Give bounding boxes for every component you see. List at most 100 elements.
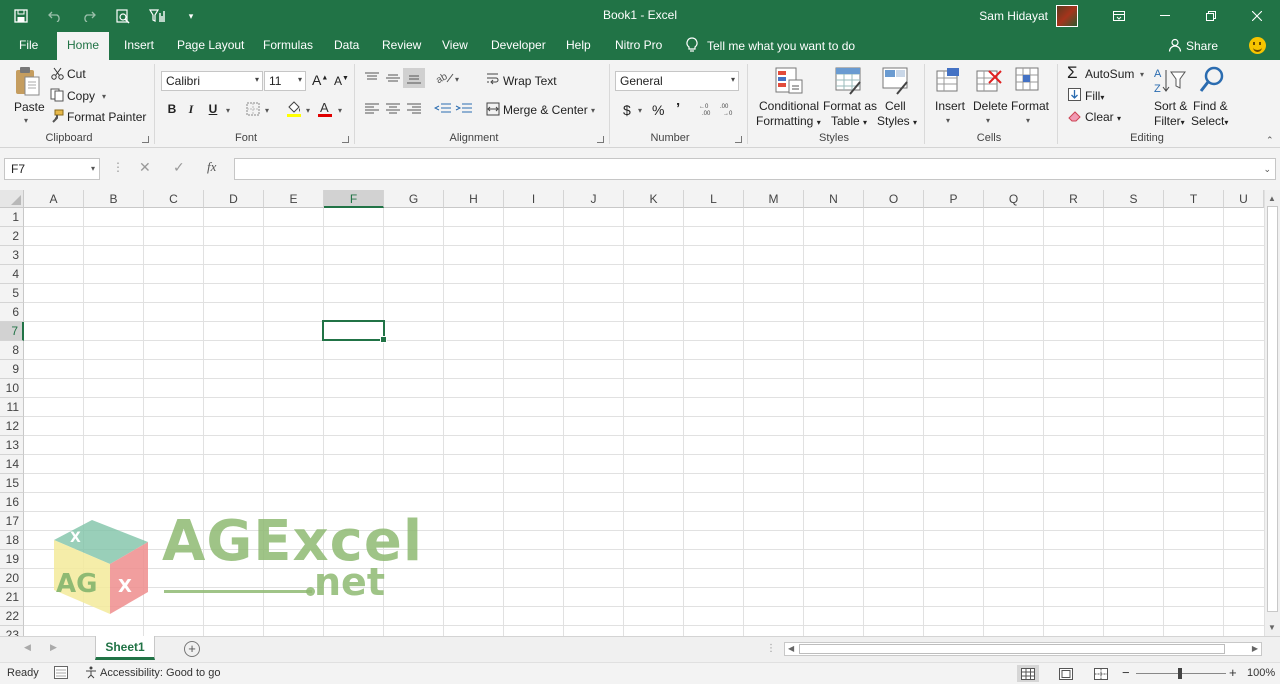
tab-view[interactable]: View: [440, 32, 470, 60]
zoom-slider-knob[interactable]: [1178, 668, 1182, 679]
format-as-table-label[interactable]: Format as: [823, 99, 877, 113]
row-header-2[interactable]: 2: [0, 227, 24, 246]
row-header-13[interactable]: 13: [0, 436, 24, 455]
zoom-in-button[interactable]: +: [1229, 665, 1237, 680]
cell-area[interactable]: [24, 208, 1264, 636]
scroll-left-icon[interactable]: ◀: [788, 644, 794, 653]
row-header-21[interactable]: 21: [0, 588, 24, 607]
tab-file[interactable]: File: [17, 32, 40, 60]
feedback-smiley-icon[interactable]: [1249, 37, 1266, 54]
column-header-s[interactable]: S: [1104, 190, 1164, 208]
decrease-decimal-icon[interactable]: .00 →0: [720, 102, 736, 119]
currency-button[interactable]: $: [623, 102, 631, 118]
zoom-out-button[interactable]: −: [1122, 665, 1130, 680]
column-header-j[interactable]: J: [564, 190, 624, 208]
merge-center-button[interactable]: Merge & Center: [503, 103, 588, 117]
page-layout-view-icon[interactable]: [1055, 665, 1077, 682]
column-header-m[interactable]: M: [744, 190, 804, 208]
add-sheet-icon[interactable]: +: [184, 641, 200, 657]
sort-filter-label[interactable]: Sort &: [1154, 99, 1187, 113]
orientation-dropdown-icon[interactable]: ▾: [455, 75, 459, 84]
underline-dropdown-icon[interactable]: ▾: [226, 106, 230, 115]
paste-icon[interactable]: [14, 66, 42, 101]
cancel-icon[interactable]: ✕: [139, 159, 151, 176]
insert-function-button[interactable]: fx: [207, 159, 216, 175]
zoom-level[interactable]: 100%: [1247, 667, 1275, 679]
select-all-button[interactable]: [0, 190, 24, 208]
row-header-18[interactable]: 18: [0, 531, 24, 550]
row-header-7[interactable]: 7: [0, 322, 24, 341]
fill-color-dropdown-icon[interactable]: ▾: [306, 106, 310, 115]
column-header-c[interactable]: C: [144, 190, 204, 208]
autosum-button[interactable]: AutoSum: [1085, 67, 1134, 81]
column-header-n[interactable]: N: [804, 190, 864, 208]
align-center-icon[interactable]: [385, 103, 401, 118]
insert-cells-dropdown-icon[interactable]: ▾: [946, 116, 950, 125]
normal-view-icon[interactable]: [1017, 665, 1039, 682]
bold-button[interactable]: B: [164, 102, 180, 116]
number-format-select[interactable]: General ▾: [615, 71, 739, 91]
accessibility-status[interactable]: Accessibility: Good to go: [100, 667, 220, 679]
row-header-15[interactable]: 15: [0, 474, 24, 493]
column-header-o[interactable]: O: [864, 190, 924, 208]
tab-nitro-pro[interactable]: Nitro Pro: [613, 32, 664, 60]
currency-dropdown-icon[interactable]: ▾: [638, 106, 642, 115]
underline-button[interactable]: U: [205, 102, 221, 116]
tab-developer[interactable]: Developer: [489, 32, 548, 60]
conditional-formatting-label-2[interactable]: Formatting ▾: [756, 114, 821, 128]
active-cell[interactable]: [322, 320, 387, 343]
autosum-dropdown-icon[interactable]: ▾: [1140, 70, 1144, 79]
tab-review[interactable]: Review: [380, 32, 423, 60]
comma-style-button[interactable]: ’: [676, 100, 680, 117]
row-header-16[interactable]: 16: [0, 493, 24, 512]
scroll-sheets-right-icon[interactable]: ▶: [50, 642, 57, 653]
row-header-10[interactable]: 10: [0, 379, 24, 398]
scroll-up-icon[interactable]: ▲: [1268, 194, 1276, 203]
column-header-u[interactable]: U: [1224, 190, 1264, 208]
format-cells-dropdown-icon[interactable]: ▾: [1026, 116, 1030, 125]
clear-button[interactable]: Clear ▾: [1085, 110, 1121, 124]
tab-split-grip[interactable]: ⋮: [766, 643, 776, 654]
column-header-l[interactable]: L: [684, 190, 744, 208]
row-header-9[interactable]: 9: [0, 360, 24, 379]
user-name[interactable]: Sam Hidayat: [979, 9, 1048, 23]
expand-formula-bar-icon[interactable]: ⌄: [1263, 164, 1271, 175]
column-header-a[interactable]: A: [24, 190, 84, 208]
align-right-icon[interactable]: [406, 103, 422, 118]
accessibility-icon[interactable]: [84, 666, 98, 682]
row-header-22[interactable]: 22: [0, 607, 24, 626]
page-break-view-icon[interactable]: [1090, 665, 1112, 682]
increase-decimal-icon[interactable]: ←0.00: [699, 102, 715, 119]
insert-cells-button[interactable]: Insert: [935, 99, 965, 113]
orientation-icon[interactable]: ab: [434, 70, 456, 87]
scroll-down-icon[interactable]: ▼: [1268, 623, 1276, 632]
format-painter-button[interactable]: Format Painter: [67, 110, 146, 124]
vertical-scrollbar[interactable]: ▲ ▼: [1264, 190, 1280, 636]
decrease-font-size-button[interactable]: A▼: [334, 74, 349, 88]
row-header-19[interactable]: 19: [0, 550, 24, 569]
tell-me-box[interactable]: Tell me what you want to do: [686, 32, 855, 60]
merge-center-dropdown-icon[interactable]: ▾: [591, 106, 595, 115]
avatar[interactable]: [1056, 5, 1078, 27]
column-header-g[interactable]: G: [384, 190, 444, 208]
row-header-8[interactable]: 8: [0, 341, 24, 360]
bottom-align-icon[interactable]: [403, 68, 425, 88]
top-align-icon[interactable]: [364, 72, 380, 87]
collapse-ribbon-icon[interactable]: ⌃: [1266, 135, 1274, 146]
row-header-4[interactable]: 4: [0, 265, 24, 284]
row-header-3[interactable]: 3: [0, 246, 24, 265]
copy-dropdown-icon[interactable]: ▾: [102, 92, 106, 101]
row-header-20[interactable]: 20: [0, 569, 24, 588]
delete-cells-dropdown-icon[interactable]: ▾: [986, 116, 990, 125]
formula-bar-grip[interactable]: ⋮: [112, 160, 124, 174]
vertical-scroll-thumb[interactable]: [1267, 206, 1278, 612]
sort-filter-label-2[interactable]: Filter▾: [1154, 114, 1185, 128]
row-header-11[interactable]: 11: [0, 398, 24, 417]
column-header-t[interactable]: T: [1164, 190, 1224, 208]
row-header-5[interactable]: 5: [0, 284, 24, 303]
delete-cells-button[interactable]: Delete: [973, 99, 1008, 113]
sheet-tab-sheet1[interactable]: Sheet1: [95, 636, 155, 660]
horizontal-scroll-thumb[interactable]: [799, 644, 1225, 654]
conditional-formatting-label[interactable]: Conditional: [759, 99, 819, 113]
copy-button[interactable]: Copy: [67, 89, 95, 103]
